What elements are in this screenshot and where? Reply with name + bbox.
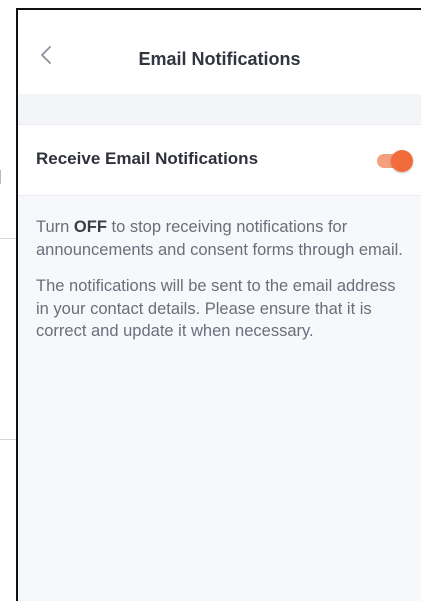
setting-label: Receive Email Notifications [36,149,259,168]
edge-artifact [0,170,4,184]
info-p1-prefix: Turn [36,218,74,236]
page-title: Email Notifications [138,49,301,69]
info-section: Turn OFF to stop receiving notifications… [18,196,421,343]
info-paragraph-off: Turn OFF to stop receiving notifications… [36,216,403,261]
app-screen: Email Notifications Receive Email Notifi… [16,8,421,601]
nav-bar: Email Notifications [18,10,421,94]
setting-row-email-notifications: Receive Email Notifications [18,124,421,196]
section-spacer [18,94,421,124]
email-notifications-toggle[interactable] [377,150,413,172]
info-p1-off-keyword: OFF [73,218,107,236]
toggle-knob [391,150,413,172]
info-paragraph-address: The notifications will be sent to the em… [36,277,396,340]
